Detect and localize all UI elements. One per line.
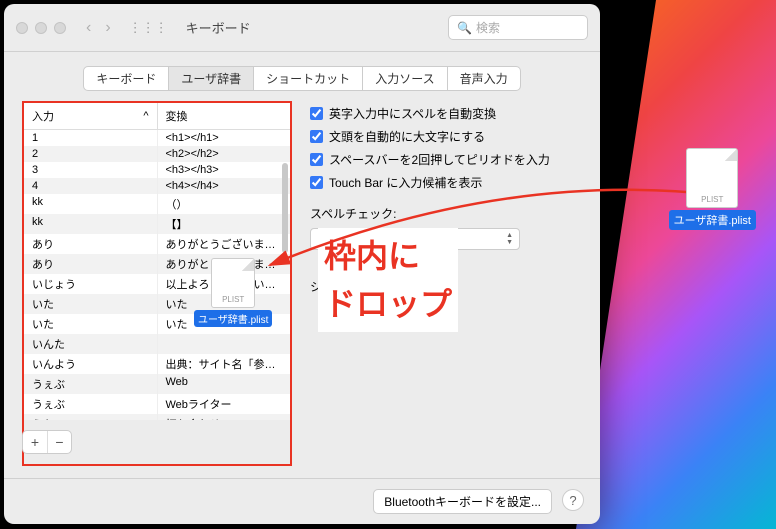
check-double-space[interactable]: スペースバーを2回押してピリオドを入力 (310, 151, 582, 168)
help-button[interactable]: ? (562, 489, 584, 511)
add-remove-buttons: + − (22, 430, 72, 454)
tab-shortcuts[interactable]: ショートカット (254, 66, 363, 91)
file-label: ユーザ辞書.plist (669, 210, 756, 230)
add-button[interactable]: + (23, 431, 47, 453)
desktop-wallpaper (576, 0, 776, 529)
table-row[interactable]: 2<h2></h2> (24, 146, 290, 162)
zoom-button[interactable] (54, 22, 66, 34)
table-row[interactable]: 1<h1></h1> (24, 130, 290, 146)
back-button[interactable]: ‹ (86, 19, 91, 37)
footer: Bluetoothキーボードを設定... ? (4, 478, 600, 524)
table-row[interactable]: kk【】 (24, 214, 290, 234)
traffic-lights (16, 22, 66, 34)
check-spell[interactable]: 英字入力中にスペルを自動変換 (310, 105, 582, 122)
forward-button[interactable]: › (105, 19, 110, 37)
preferences-window: ‹ › ⋮⋮⋮ キーボード 🔍 検索 キーボード ユーザ辞書 ショートカット 入… (4, 4, 600, 524)
check-touchbar[interactable]: Touch Bar に入力候補を表示 (310, 174, 582, 191)
spellcheck-label: スペルチェック: (310, 205, 582, 222)
chevron-updown-icon: ▲▼ (506, 232, 513, 246)
file-icon: PLIST (211, 258, 255, 308)
tab-bar: キーボード ユーザ辞書 ショートカット 入力ソース 音声入力 (4, 52, 600, 101)
table-row[interactable]: いんよう出典：サイト名「参考… (24, 354, 290, 374)
table-row[interactable]: 3<h3></h3> (24, 162, 290, 178)
table-row[interactable]: ありありがとうございます。 (24, 234, 290, 254)
drag-ghost-file: PLIST ユーザ辞書.plist (194, 258, 272, 327)
sort-icon: ^ (143, 110, 148, 122)
content-area: 入力 ^ 変換 1<h1></h1>2<h2></h2>3<h3></h3>4<… (4, 101, 600, 478)
search-input[interactable]: 🔍 検索 (448, 15, 588, 40)
search-icon: 🔍 (457, 21, 472, 35)
tab-input-sources[interactable]: 入力ソース (363, 66, 447, 91)
grid-icon[interactable]: ⋮⋮⋮ (129, 20, 168, 36)
table-header: 入力 ^ 変換 (24, 103, 290, 130)
tab-user-dictionary[interactable]: ユーザ辞書 (169, 66, 254, 91)
annotation-text: 枠内に ドロップ (318, 228, 458, 332)
table-row[interactable]: 4<h4></h4> (24, 178, 290, 194)
table-row[interactable]: いんた (24, 334, 290, 354)
file-label: ユーザ辞書.plist (194, 310, 272, 327)
col-input[interactable]: 入力 ^ (24, 103, 158, 129)
check-capitalize[interactable]: 文頭を自動的に大文字にする (310, 128, 582, 145)
bluetooth-button[interactable]: Bluetoothキーボードを設定... (373, 489, 552, 514)
file-icon: PLIST (686, 148, 738, 208)
table-row[interactable]: kk（） (24, 194, 290, 214)
remove-button[interactable]: − (47, 431, 71, 453)
table-row[interactable]: うぇぶWeb (24, 374, 290, 394)
titlebar: ‹ › ⋮⋮⋮ キーボード 🔍 検索 (4, 4, 600, 52)
table-row[interactable]: うぇぶWebライター (24, 394, 290, 414)
window-title: キーボード (186, 18, 251, 37)
tab-keyboard[interactable]: キーボード (83, 66, 169, 91)
minimize-button[interactable] (35, 22, 47, 34)
table-row[interactable]: うち打ち合わせ (24, 414, 290, 420)
desktop-file[interactable]: PLIST ユーザ辞書.plist (669, 148, 756, 230)
scrollbar[interactable] (282, 163, 288, 253)
col-output[interactable]: 変換 (158, 103, 291, 129)
close-button[interactable] (16, 22, 28, 34)
search-placeholder: 検索 (476, 19, 500, 36)
tab-dictation[interactable]: 音声入力 (448, 66, 521, 91)
nav-arrows: ‹ › (86, 19, 111, 37)
